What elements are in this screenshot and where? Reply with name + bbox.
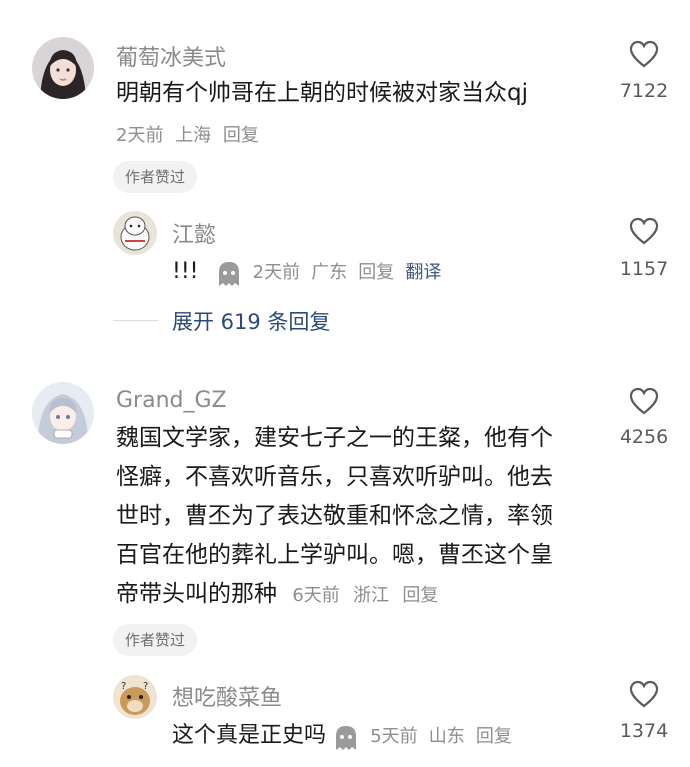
comment-text-line: 世时，曹丕为了表达敬重和怀念之情，率领 <box>116 503 553 529</box>
comment-text-line: 帝带头叫的那种 6天前 浙江 回复 <box>116 575 596 615</box>
like-button[interactable] <box>609 40 679 72</box>
comment-text-line: 魏国文学家，建安七子之一的王粲，他有个 <box>116 425 553 451</box>
divider <box>113 320 159 321</box>
reply-button[interactable]: 回复 <box>476 726 512 747</box>
comment-username[interactable]: 想吃酸菜鱼 <box>172 680 282 712</box>
comment-text: 这个真是正史吗 <box>172 723 327 748</box>
comment-meta: 2天前 上海 回复 <box>116 121 265 147</box>
comment-time: 2天前 <box>252 262 301 283</box>
like-button[interactable] <box>609 680 679 712</box>
like-button[interactable] <box>609 387 679 419</box>
heart-icon <box>629 40 659 68</box>
avatar[interactable]: ? ? <box>113 675 157 719</box>
avatar[interactable] <box>113 211 157 255</box>
reply-button[interactable]: 回复 <box>358 262 394 283</box>
comment-location: 上海 <box>175 125 212 146</box>
like-count: 1374 <box>619 720 669 742</box>
translate-button[interactable]: 翻译 <box>405 262 441 283</box>
comment-text: !!! <box>172 259 199 284</box>
comment-time: 6天前 <box>292 585 340 606</box>
like-button[interactable] <box>609 217 679 249</box>
comment-location: 浙江 <box>353 585 390 606</box>
comment-text: 明朝有个帅哥在上朝的时候被对家当众qj <box>116 80 528 106</box>
reply-button[interactable]: 回复 <box>223 125 259 146</box>
comment-username[interactable]: 葡萄冰美式 <box>116 40 226 72</box>
avatar[interactable] <box>32 382 94 444</box>
ghost-emoji-icon <box>336 725 357 750</box>
comment-username[interactable]: 江懿 <box>172 217 216 249</box>
comment-text-line: 百官在他的葬礼上学驴叫。嗯，曹丕这个皇 <box>116 542 553 568</box>
author-liked-badge: 作者赞过 <box>113 624 198 656</box>
expand-replies-button[interactable]: 展开 619 条回复 <box>172 306 330 336</box>
like-count: 1157 <box>619 258 669 280</box>
ghost-emoji-icon <box>218 261 239 286</box>
svg-text:?: ? <box>121 681 126 692</box>
author-liked-badge: 作者赞过 <box>113 161 198 193</box>
comment-text-tail: 帝带头叫的那种 <box>116 581 277 607</box>
heart-icon <box>629 217 659 245</box>
comment-username[interactable]: Grand_GZ <box>116 388 227 413</box>
like-count: 4256 <box>619 426 669 448</box>
svg-text:?: ? <box>143 681 148 692</box>
comment-location: 山东 <box>428 726 465 747</box>
comment-time: 5天前 <box>370 726 418 747</box>
heart-icon <box>629 387 659 415</box>
heart-icon <box>629 680 659 708</box>
comment-text: 魏国文学家，建安七子之一的王粲，他有个 怪癖，不喜欢听音乐，只喜欢听驴叫。他去 … <box>116 419 596 615</box>
comment-time: 2天前 <box>116 125 164 146</box>
comment-line: !!! 2天前 广东 回复 翻译 <box>172 252 441 291</box>
avatar[interactable] <box>32 37 94 99</box>
like-count: 7122 <box>619 80 669 102</box>
comment-location: 广东 <box>311 262 348 283</box>
comment-text-line: 怪癖，不喜欢听音乐，只喜欢听驴叫。他去 <box>116 464 553 490</box>
reply-button[interactable]: 回复 <box>402 585 438 606</box>
comment-line: 这个真是正史吗 5天前 山东 回复 <box>172 716 512 755</box>
